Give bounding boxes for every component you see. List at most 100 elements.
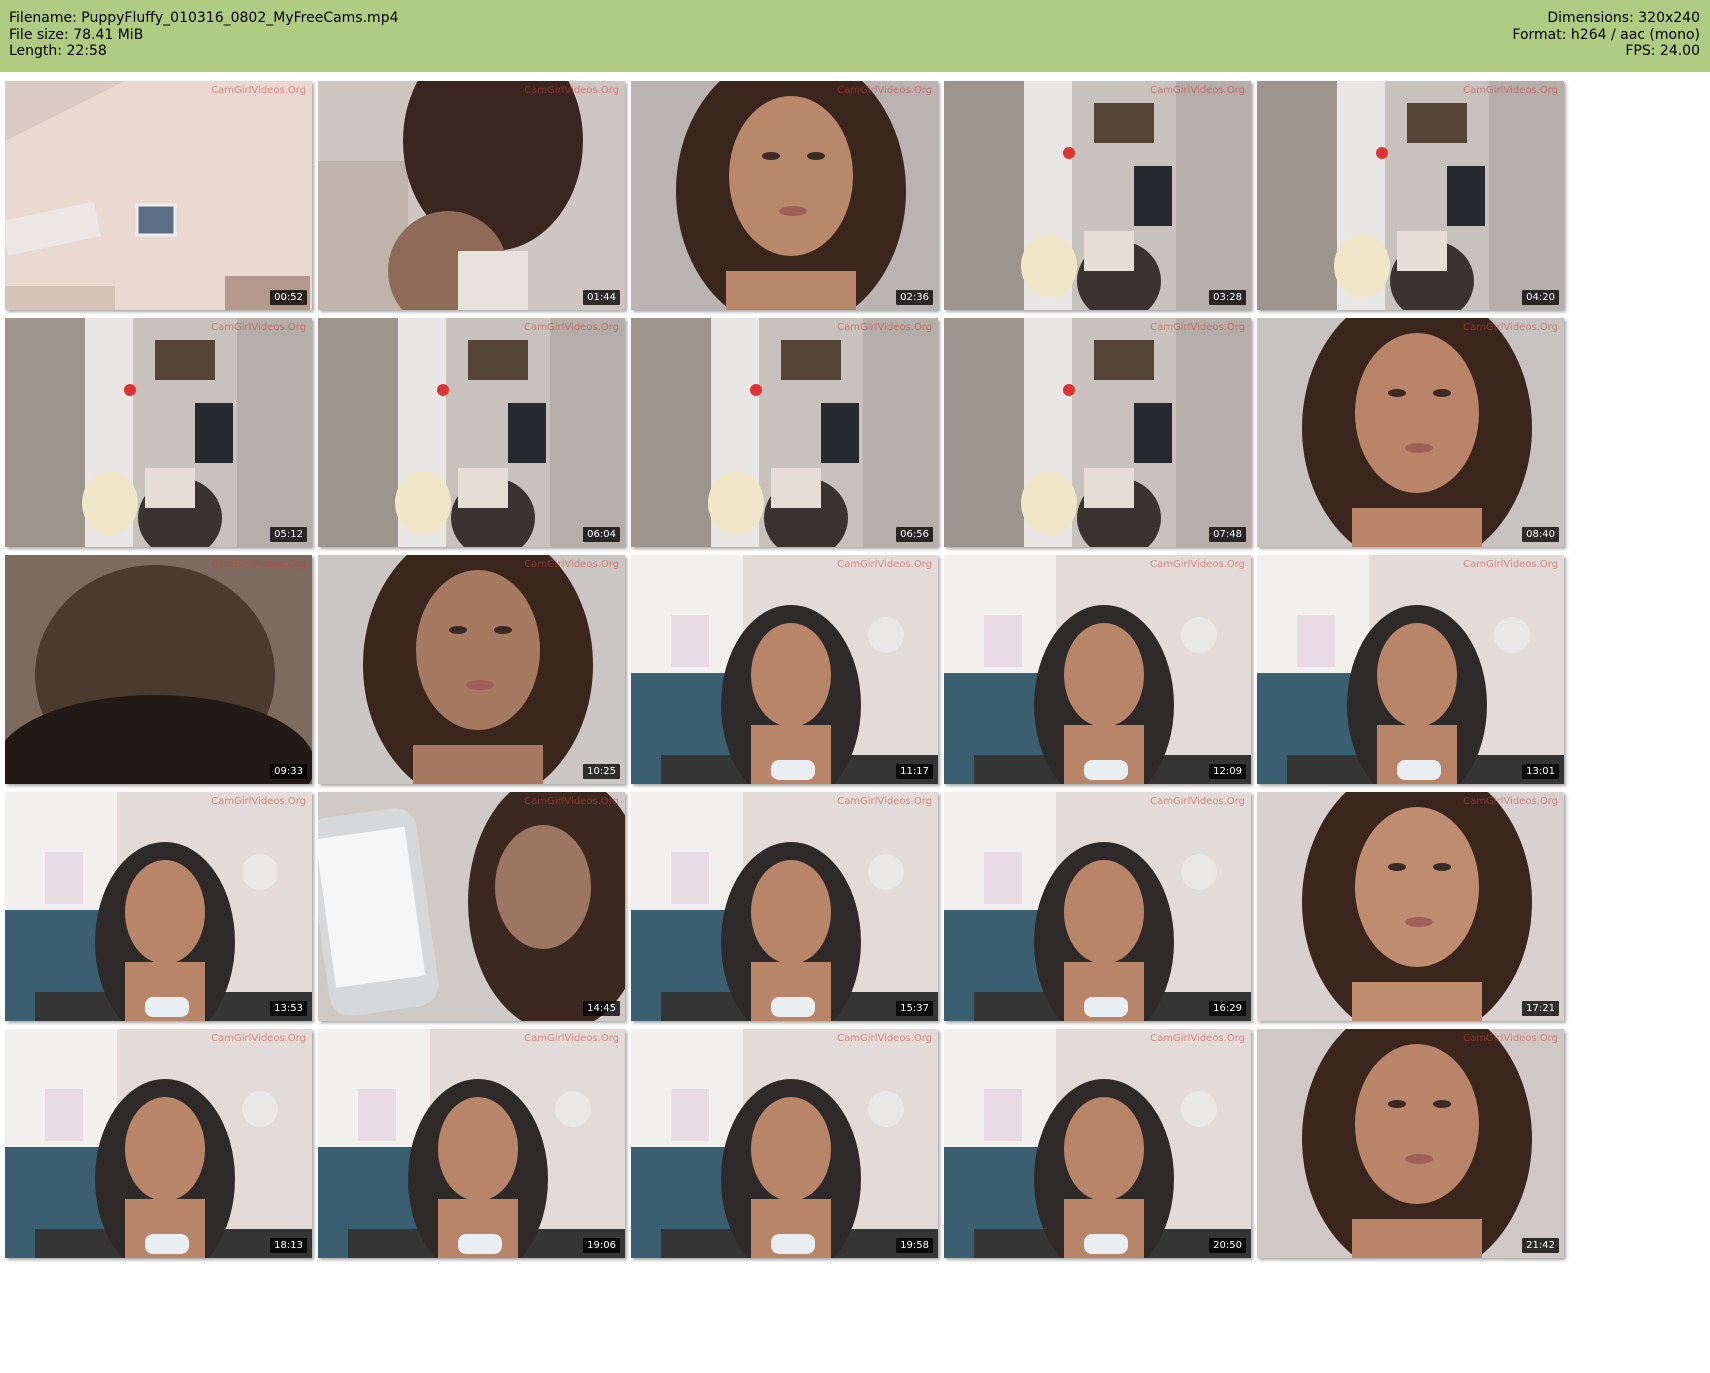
timestamp-label: 16:29 <box>1209 1001 1246 1016</box>
thumbnail-frame-image <box>631 792 938 1021</box>
thumbnail-frame-image <box>5 555 312 784</box>
video-thumbnail: CamGirlVideos.Org 07:48 <box>944 318 1251 547</box>
watermark-text: CamGirlVideos.Org <box>1150 85 1245 96</box>
thumbnail-grid: CamGirlVideos.Org 00:52 CamGirlVideos.Org… <box>0 81 1710 1373</box>
watermark-text: CamGirlVideos.Org <box>1150 1033 1245 1044</box>
timestamp-label: 00:52 <box>270 290 307 305</box>
timestamp-label: 14:45 <box>583 1001 620 1016</box>
video-thumbnail: CamGirlVideos.Org 05:12 <box>5 318 312 547</box>
timestamp-label: 06:04 <box>583 527 620 542</box>
video-thumbnail: CamGirlVideos.Org 06:56 <box>631 318 938 547</box>
timestamp-label: 09:33 <box>270 764 307 779</box>
filesize-label: File size: 78.41 MiB <box>9 26 144 43</box>
thumbnail-frame-image <box>5 81 312 310</box>
video-thumbnail: CamGirlVideos.Org 06:04 <box>318 318 625 547</box>
watermark-text: CamGirlVideos.Org <box>211 322 306 333</box>
timestamp-label: 10:25 <box>583 764 620 779</box>
thumbnail-frame-image <box>631 81 938 310</box>
watermark-text: CamGirlVideos.Org <box>211 559 306 570</box>
thumbnail-frame-image <box>318 318 625 547</box>
video-thumbnail: CamGirlVideos.Org 12:09 <box>944 555 1251 784</box>
watermark-text: CamGirlVideos.Org <box>837 85 932 96</box>
watermark-text: CamGirlVideos.Org <box>524 796 619 807</box>
video-thumbnail: CamGirlVideos.Org 03:28 <box>944 81 1251 310</box>
watermark-text: CamGirlVideos.Org <box>837 322 932 333</box>
timestamp-label: 05:12 <box>270 527 307 542</box>
timestamp-label: 18:13 <box>270 1238 307 1253</box>
filename-label: Filename: PuppyFluffy_010316_0802_MyFree… <box>9 10 399 26</box>
fps-label: FPS: 24.00 <box>1625 43 1700 59</box>
thumbnail-frame-image <box>631 1029 938 1258</box>
watermark-text: CamGirlVideos.Org <box>1463 85 1558 96</box>
thumbnail-frame-image <box>944 81 1251 310</box>
thumbnail-frame-image <box>1257 1029 1564 1258</box>
thumbnail-frame-image <box>1257 555 1564 784</box>
watermark-text: CamGirlVideos.Org <box>1463 322 1558 333</box>
contact-sheet: Filename: PuppyFluffy_010316_0802_MyFree… <box>0 0 1710 1373</box>
timestamp-label: 20:50 <box>1209 1238 1246 1253</box>
thumbnail-frame-image <box>318 555 625 784</box>
video-thumbnail: CamGirlVideos.Org 14:45 <box>318 792 625 1021</box>
watermark-text: CamGirlVideos.Org <box>211 1033 306 1044</box>
thumbnail-frame-image <box>944 1029 1251 1258</box>
watermark-text: CamGirlVideos.Org <box>837 1033 932 1044</box>
video-thumbnail: CamGirlVideos.Org 20:50 <box>944 1029 1251 1258</box>
watermark-text: CamGirlVideos.Org <box>211 796 306 807</box>
file-info-left: Filename: PuppyFluffy_010316_0802_MyFree… <box>9 10 398 60</box>
video-thumbnail: CamGirlVideos.Org 00:52 <box>5 81 312 310</box>
timestamp-label: 13:01 <box>1522 764 1559 779</box>
video-thumbnail: CamGirlVideos.Org 19:06 <box>318 1029 625 1258</box>
timestamp-label: 06:56 <box>896 527 933 542</box>
thumbnail-frame-image <box>944 318 1251 547</box>
timestamp-label: 13:53 <box>270 1001 307 1016</box>
watermark-text: CamGirlVideos.Org <box>1150 796 1245 807</box>
timestamp-label: 12:09 <box>1209 764 1246 779</box>
timestamp-label: 17:21 <box>1522 1001 1559 1016</box>
length-label: Length: 22:58 <box>9 43 107 59</box>
video-thumbnail: CamGirlVideos.Org 10:25 <box>318 555 625 784</box>
watermark-text: CamGirlVideos.Org <box>524 559 619 570</box>
watermark-text: CamGirlVideos.Org <box>1150 559 1245 570</box>
video-thumbnail: CamGirlVideos.Org 17:21 <box>1257 792 1564 1021</box>
timestamp-label: 01:44 <box>583 290 620 305</box>
thumbnail-frame-image <box>631 318 938 547</box>
video-thumbnail: CamGirlVideos.Org 09:33 <box>5 555 312 784</box>
watermark-text: CamGirlVideos.Org <box>211 85 306 96</box>
timestamp-label: 19:06 <box>583 1238 620 1253</box>
thumbnail-frame-image <box>5 792 312 1021</box>
thumbnail-frame-image <box>1257 81 1564 310</box>
thumbnail-frame-image <box>318 1029 625 1258</box>
video-thumbnail: CamGirlVideos.Org 08:40 <box>1257 318 1564 547</box>
thumbnail-frame-image <box>631 555 938 784</box>
watermark-text: CamGirlVideos.Org <box>524 322 619 333</box>
format-label: Format: h264 / aac (mono) <box>1512 26 1700 43</box>
thumbnail-frame-image <box>1257 792 1564 1021</box>
timestamp-label: 21:42 <box>1522 1238 1559 1253</box>
video-thumbnail: CamGirlVideos.Org 02:36 <box>631 81 938 310</box>
timestamp-label: 08:40 <box>1522 527 1559 542</box>
thumbnail-frame-image <box>5 318 312 547</box>
video-thumbnail: CamGirlVideos.Org 01:44 <box>318 81 625 310</box>
file-info-right: Dimensions: 320x240 Format: h264 / aac (… <box>1512 10 1700 60</box>
watermark-text: CamGirlVideos.Org <box>1463 559 1558 570</box>
video-thumbnail: CamGirlVideos.Org 13:01 <box>1257 555 1564 784</box>
watermark-text: CamGirlVideos.Org <box>1150 322 1245 333</box>
watermark-text: CamGirlVideos.Org <box>837 559 932 570</box>
video-thumbnail: CamGirlVideos.Org 19:58 <box>631 1029 938 1258</box>
dimensions-label: Dimensions: 320x240 <box>1547 10 1700 26</box>
watermark-text: CamGirlVideos.Org <box>524 1033 619 1044</box>
timestamp-label: 03:28 <box>1209 290 1246 305</box>
timestamp-label: 02:36 <box>896 290 933 305</box>
video-thumbnail: CamGirlVideos.Org 11:17 <box>631 555 938 784</box>
thumbnail-frame-image <box>1257 318 1564 547</box>
video-thumbnail: CamGirlVideos.Org 18:13 <box>5 1029 312 1258</box>
thumbnail-frame-image <box>944 792 1251 1021</box>
watermark-text: CamGirlVideos.Org <box>524 85 619 96</box>
thumbnail-frame-image <box>318 792 625 1021</box>
thumbnail-frame-image <box>5 1029 312 1258</box>
timestamp-label: 07:48 <box>1209 527 1246 542</box>
timestamp-label: 04:20 <box>1522 290 1559 305</box>
video-thumbnail: CamGirlVideos.Org 13:53 <box>5 792 312 1021</box>
video-thumbnail: CamGirlVideos.Org 16:29 <box>944 792 1251 1021</box>
timestamp-label: 15:37 <box>896 1001 933 1016</box>
